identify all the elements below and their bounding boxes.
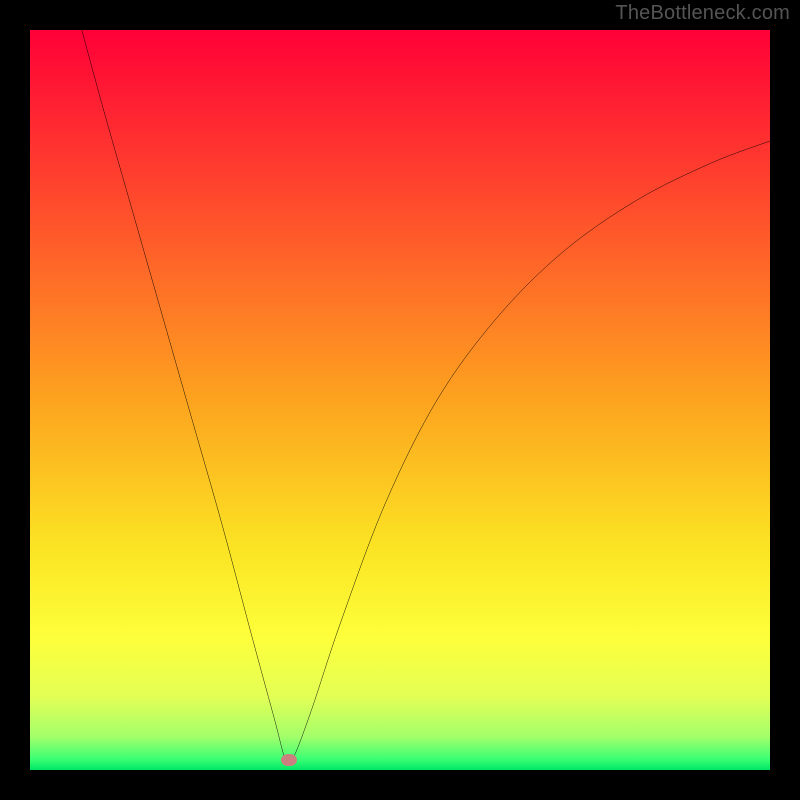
minimum-marker [281, 754, 297, 766]
watermark-text: TheBottleneck.com [615, 2, 790, 25]
chart-frame: TheBottleneck.com [0, 0, 800, 800]
plot-area [30, 30, 770, 770]
bottleneck-curve [30, 30, 770, 770]
